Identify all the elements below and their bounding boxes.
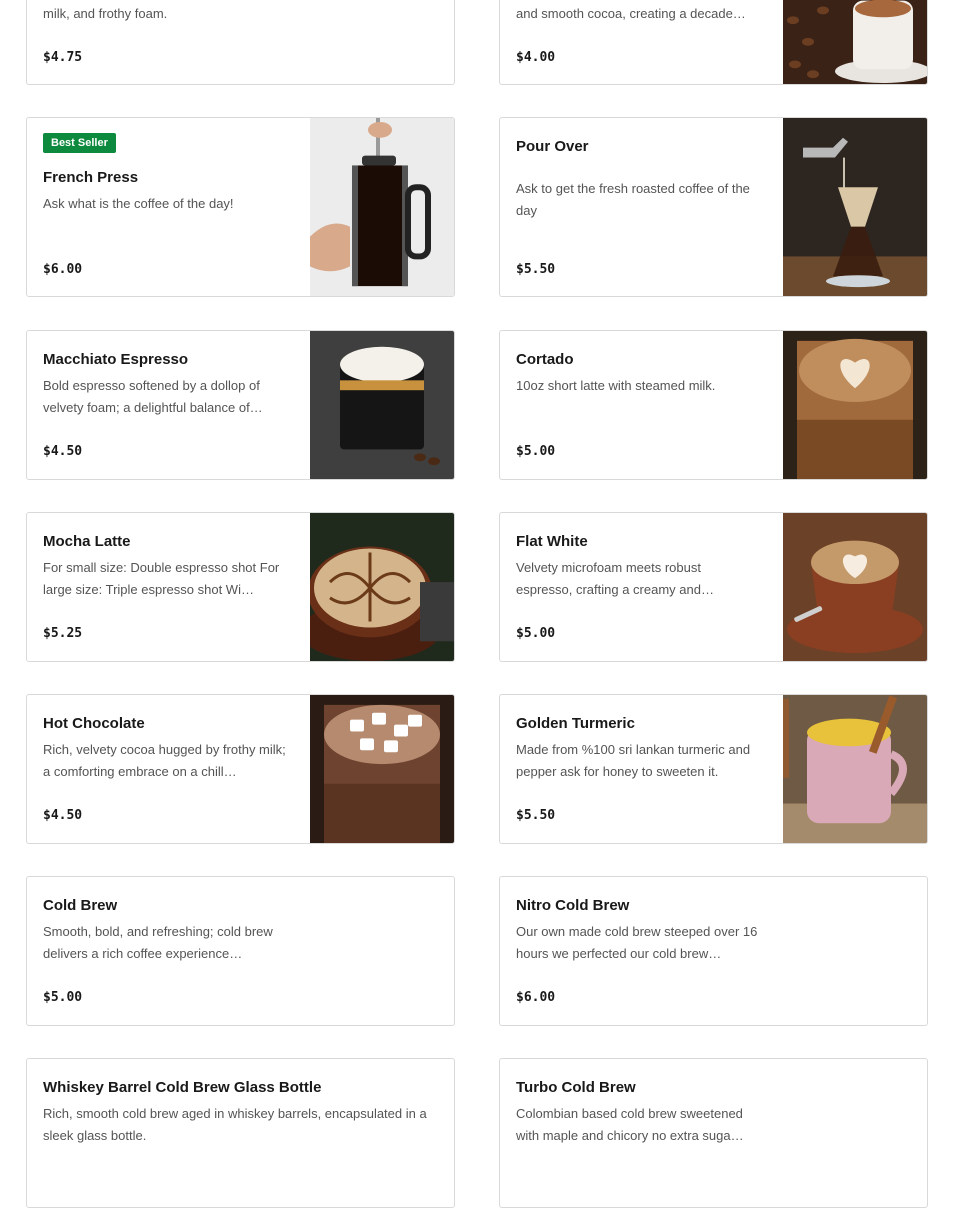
item-title: Cortado <box>516 351 574 368</box>
item-price: $4.75 <box>43 50 83 65</box>
item-price: $5.50 <box>516 808 556 823</box>
item-description: Made from %100 sri lankan turmeric and p… <box>516 742 751 779</box>
flat-white-photo <box>783 513 927 661</box>
hot-chocolate-photo <box>310 695 454 843</box>
item-description: Our own made cold brew steeped over 16 h… <box>516 924 758 961</box>
item-title: Turbo Cold Brew <box>516 1079 636 1096</box>
item-description: 10oz short latte with steamed milk. <box>516 378 716 393</box>
item-title: Mocha Latte <box>43 533 131 550</box>
item-price: $5.00 <box>516 444 556 459</box>
golden-turmeric-photo <box>783 695 927 843</box>
french-press-photo <box>310 118 454 296</box>
menu-item-card[interactable]: Cold Brew Smooth, bold, and refreshing; … <box>26 876 455 1026</box>
item-price: $5.00 <box>43 990 83 1005</box>
item-description: milk, and frothy foam. <box>43 6 168 21</box>
item-price: $6.00 <box>43 262 83 277</box>
item-price: $4.50 <box>43 808 83 823</box>
best-seller-badge: Best Seller <box>43 133 116 153</box>
item-description: Rich, smooth cold brew aged in whiskey b… <box>43 1106 427 1143</box>
menu-item-card[interactable]: Whiskey Barrel Cold Brew Glass Bottle Ri… <box>26 1058 455 1208</box>
item-description: Bold espresso softened by a dollop of ve… <box>43 378 263 415</box>
item-title: Nitro Cold Brew <box>516 897 630 914</box>
menu-item-card[interactable]: Mocha Latte For small size: Double espre… <box>26 512 455 662</box>
item-description: Smooth, bold, and refreshing; cold brew … <box>43 924 273 961</box>
item-title: Flat White <box>516 533 588 550</box>
item-description: Ask what is the coffee of the day! <box>43 196 234 211</box>
item-title: French Press <box>43 169 139 186</box>
item-price: $5.25 <box>43 626 83 641</box>
item-title: Cold Brew <box>43 897 118 914</box>
pour-over-photo <box>783 118 927 296</box>
item-description: and smooth cocoa, creating a decade… <box>516 6 746 21</box>
item-description: For small size: Double espresso shot For… <box>43 560 280 597</box>
item-price: $5.00 <box>516 626 556 641</box>
menu-item-card[interactable]: milk, and frothy foam. $4.75 <box>26 0 455 85</box>
macchiato-photo <box>310 331 454 479</box>
item-title: Whiskey Barrel Cold Brew Glass Bottle <box>43 1079 322 1096</box>
item-description: Velvety microfoam meets robust espresso,… <box>516 560 714 597</box>
cortado-photo <box>783 331 927 479</box>
mocha-latte-photo <box>310 513 454 661</box>
menu-item-card[interactable]: Macchiato Espresso Bold espresso softene… <box>26 330 455 480</box>
item-price: $4.00 <box>516 50 556 65</box>
menu-item-card[interactable]: Hot Chocolate Rich, velvety cocoa hugged… <box>26 694 455 844</box>
item-description: Colombian based cold brew sweetened with… <box>516 1106 744 1143</box>
item-title: Macchiato Espresso <box>43 351 189 368</box>
item-price: $4.50 <box>43 444 83 459</box>
item-price: $5.50 <box>516 262 556 277</box>
item-description: Rich, velvety cocoa hugged by frothy mil… <box>43 742 286 779</box>
menu-item-card[interactable]: Pour Over Ask to get the fresh roasted c… <box>499 117 928 297</box>
item-title: Hot Chocolate <box>43 715 145 732</box>
item-description: Ask to get the fresh roasted coffee of t… <box>516 181 750 218</box>
coffee-beans-cup-photo <box>783 0 927 84</box>
menu-item-card[interactable]: Cortado 10oz short latte with steamed mi… <box>499 330 928 480</box>
item-title: Golden Turmeric <box>516 715 635 732</box>
menu-item-card[interactable]: Flat White Velvety microfoam meets robus… <box>499 512 928 662</box>
menu-item-card[interactable]: Nitro Cold Brew Our own made cold brew s… <box>499 876 928 1026</box>
menu-item-card[interactable]: Golden Turmeric Made from %100 sri lanka… <box>499 694 928 844</box>
item-title: Pour Over <box>516 138 589 155</box>
menu-item-card[interactable]: Turbo Cold Brew Colombian based cold bre… <box>499 1058 928 1208</box>
item-price: $6.00 <box>516 990 556 1005</box>
menu-item-card[interactable]: Best Seller French Press Ask what is the… <box>26 117 455 297</box>
menu-item-card[interactable]: and smooth cocoa, creating a decade… $4.… <box>499 0 928 85</box>
